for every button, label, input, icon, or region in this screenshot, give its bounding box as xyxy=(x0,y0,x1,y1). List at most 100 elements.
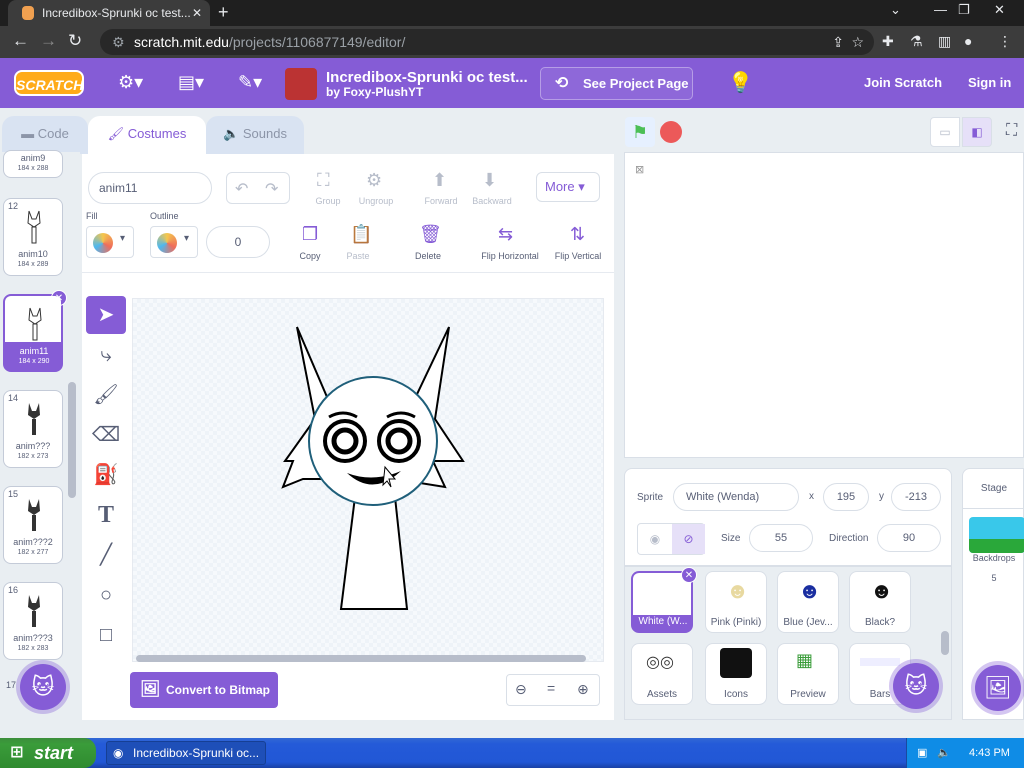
close-window-icon[interactable]: ✕ xyxy=(994,2,1005,18)
brush-tool-icon[interactable]: 🖌 xyxy=(86,376,126,414)
volume-icon[interactable]: 🔈 xyxy=(937,738,951,768)
side-panel-icon[interactable]: ▥ xyxy=(938,33,951,50)
sprite-tile[interactable]: ☻ Blue (Jev... xyxy=(777,571,839,633)
sprite-name-input[interactable]: White (Wenda) xyxy=(673,483,799,511)
canvas-horizontal-scrollbar[interactable] xyxy=(136,655,586,662)
reshape-tool-icon[interactable]: ⤷ xyxy=(86,336,126,374)
sprite-tile[interactable]: Icons xyxy=(705,643,767,705)
sign-in-link[interactable]: Sign in xyxy=(968,75,1011,90)
small-stage-icon[interactable]: ▭ xyxy=(930,117,960,147)
costume-name-input[interactable]: anim11 xyxy=(88,172,212,204)
delete-trash-icon[interactable]: 🗑 xyxy=(419,224,442,245)
reload-icon[interactable]: ↻ xyxy=(68,31,82,51)
costume-item-selected[interactable]: 13 ✕ anim11 184 x 290 xyxy=(3,290,67,372)
scrollbar-thumb[interactable] xyxy=(941,631,949,655)
select-tool-icon[interactable]: ➤ xyxy=(86,296,126,334)
edit-pencil-icon[interactable]: ✎▾ xyxy=(238,72,262,93)
hide-eye-icon[interactable]: ⊘ xyxy=(672,524,705,554)
green-flag-icon[interactable]: ⚑ xyxy=(625,117,655,147)
sprite-tile[interactable]: ▦ Preview xyxy=(777,643,839,705)
costume-item[interactable]: 12 anim10 184 x 289 xyxy=(3,198,63,276)
sprite-list-scrollbar[interactable] xyxy=(939,571,951,717)
sprite-tile[interactable]: ☻ Pink (Pinki) xyxy=(705,571,767,633)
zoom-in-icon[interactable]: ⊕ xyxy=(577,681,589,698)
outline-width-input[interactable]: 0 xyxy=(206,226,270,258)
x-input[interactable]: 195 xyxy=(823,483,869,511)
browser-tab[interactable]: Incredibox-Sprunki oc test... ✕ xyxy=(8,0,210,26)
project-title[interactable]: Incredibox-Sprunki oc test... xyxy=(326,69,528,86)
convert-to-bitmap-button[interactable]: 🖼 Convert to Bitmap xyxy=(130,672,278,708)
project-author[interactable]: by Foxy-PlushYT xyxy=(326,85,423,99)
costume-item[interactable]: anim9 184 x 288 xyxy=(3,150,63,178)
costume-item[interactable]: 15 anim???2 182 x 277 xyxy=(3,486,63,564)
scratch-logo[interactable]: SCRATCH xyxy=(14,70,84,96)
direction-input[interactable]: 90 xyxy=(877,524,941,552)
see-project-page-button[interactable]: ⟲ See Project Page xyxy=(540,67,693,100)
choose-backdrop-button[interactable]: 🖼 xyxy=(975,665,1021,711)
delete-sprite-icon[interactable]: ✕ xyxy=(681,567,697,583)
copy-icon[interactable]: ❐ xyxy=(302,224,318,245)
fill-bucket-tool-icon[interactable]: ⛽ xyxy=(86,456,126,494)
network-icon[interactable]: ▣ xyxy=(917,738,927,768)
sprite-tile[interactable]: ☻ Black? xyxy=(849,571,911,633)
costume-item[interactable]: 16 anim???3 182 x 283 xyxy=(3,582,63,660)
rectangle-tool-icon[interactable]: □ xyxy=(86,616,126,654)
flip-vertical-icon[interactable]: ⇅ xyxy=(570,224,585,245)
restore-icon[interactable]: ❐ xyxy=(958,2,970,18)
address-bar[interactable]: ⚙ scratch.mit.edu/projects/1106877149/ed… xyxy=(100,29,874,55)
extensions-icon[interactable]: ✚ xyxy=(882,33,894,50)
flip-horizontal-icon[interactable]: ⇆ xyxy=(498,224,513,245)
settings-gear-icon[interactable]: ⚙▾ xyxy=(118,72,143,93)
line-tool-icon[interactable]: ╱ xyxy=(86,536,126,574)
zoom-out-icon[interactable]: ⊖ xyxy=(515,681,527,698)
minimize-icon[interactable]: — xyxy=(934,2,947,17)
join-scratch-link[interactable]: Join Scratch xyxy=(864,75,942,90)
clock[interactable]: 4:43 PM xyxy=(969,738,1010,768)
share-icon[interactable]: ⇪ xyxy=(832,29,844,55)
choose-costume-button[interactable]: 🐱 xyxy=(20,664,66,710)
tab-code[interactable]: ▬ Code xyxy=(2,116,88,154)
tab-search-icon[interactable]: ⌄ xyxy=(890,2,901,18)
back-icon[interactable]: ← xyxy=(12,31,29,51)
undo-icon[interactable]: ↶ xyxy=(235,179,248,199)
scrollbar-thumb[interactable] xyxy=(68,382,76,498)
more-menu-button[interactable]: More ▾ xyxy=(536,172,600,202)
text-tool-icon[interactable]: T xyxy=(86,496,126,534)
bookmark-star-icon[interactable]: ☆ xyxy=(851,29,864,55)
forward-layer-icon[interactable]: ⬆ xyxy=(432,170,447,191)
forward-icon[interactable]: → xyxy=(40,31,57,51)
costume-item[interactable]: 14 anim??? 182 x 273 xyxy=(3,390,63,468)
stage-canvas[interactable]: ⊠ xyxy=(624,152,1024,458)
group-icon[interactable]: ⛶ xyxy=(317,170,330,191)
theme-lightbulb-icon[interactable]: 💡 xyxy=(728,70,753,95)
size-input[interactable]: 55 xyxy=(749,524,813,552)
paste-icon[interactable]: 📋 xyxy=(350,224,372,245)
costume-list[interactable]: anim9 184 x 288 12 anim10 184 x 289 13 ✕… xyxy=(0,150,80,720)
backward-layer-icon[interactable]: ⬇ xyxy=(482,170,497,191)
stop-sign-icon[interactable] xyxy=(660,121,682,143)
profile-avatar-icon[interactable]: ● xyxy=(964,33,972,49)
redo-icon[interactable]: ↷ xyxy=(265,179,278,199)
menu-kebab-icon[interactable]: ⋮ xyxy=(998,33,1012,50)
taskbar-chrome-window[interactable]: ◉ Incredibox-Sprunki oc... xyxy=(106,741,266,765)
eraser-tool-icon[interactable]: ⌫ xyxy=(86,416,126,454)
circle-tool-icon[interactable]: ○ xyxy=(86,576,126,614)
tab-sounds[interactable]: 🔈 Sounds xyxy=(206,116,304,154)
outline-color-picker[interactable]: ▾ xyxy=(150,226,198,258)
zoom-reset-icon[interactable]: = xyxy=(547,680,555,696)
show-eye-icon[interactable]: ◉ xyxy=(638,524,672,554)
choose-sprite-button[interactable]: 🐱 xyxy=(893,663,939,709)
start-button[interactable]: ⊞ start xyxy=(0,738,96,768)
site-info-icon[interactable]: ⚙ xyxy=(112,29,125,55)
paint-canvas[interactable] xyxy=(132,298,604,662)
close-tab-icon[interactable]: ✕ xyxy=(192,0,202,26)
normal-stage-icon[interactable]: ◧ xyxy=(962,117,992,147)
new-tab-icon[interactable]: + xyxy=(218,2,229,23)
sprite-tile-selected[interactable]: ☺ ✕ White (W... xyxy=(631,567,697,633)
sprite-list[interactable]: ☺ ✕ White (W... ☻ Pink (Pinki) ☻ Blue (J… xyxy=(624,566,952,720)
tab-costumes[interactable]: 🖌 Costumes xyxy=(88,116,206,154)
y-input[interactable]: -213 xyxy=(891,483,941,511)
costume-list-scrollbar[interactable] xyxy=(66,154,78,694)
labs-flask-icon[interactable]: ⚗ xyxy=(910,33,923,50)
fill-color-picker[interactable]: ▾ xyxy=(86,226,134,258)
